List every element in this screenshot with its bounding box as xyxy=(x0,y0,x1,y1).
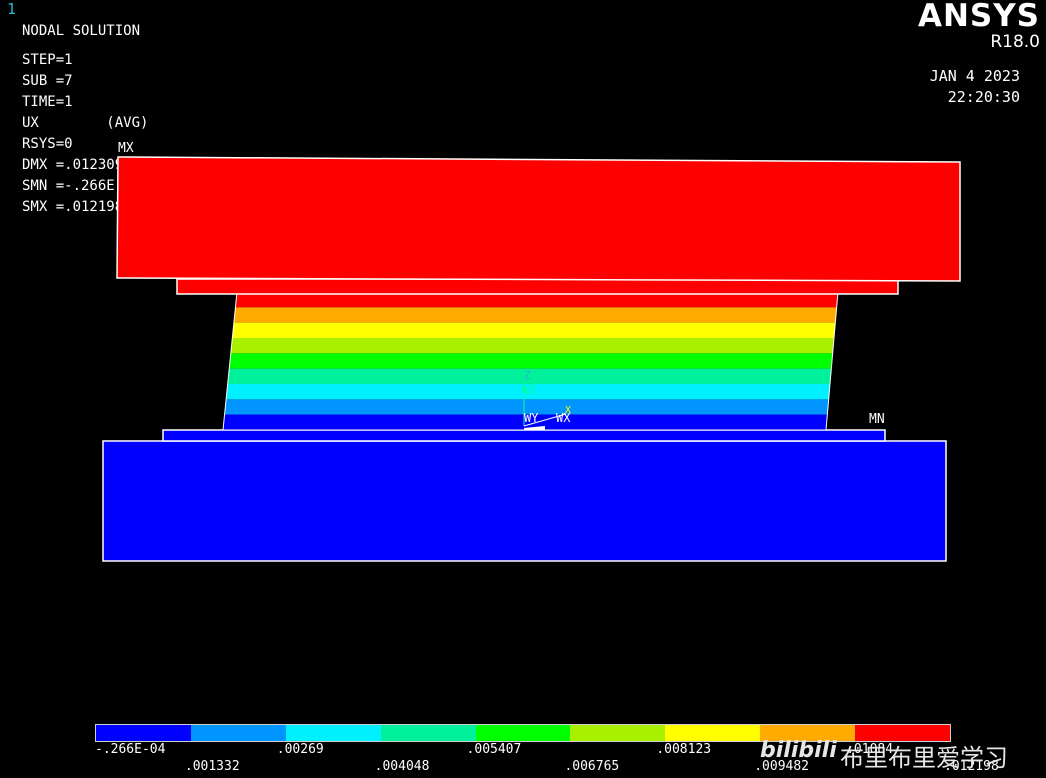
contour-bands xyxy=(223,292,838,430)
contour-band xyxy=(230,338,834,354)
legend-value: .004048 xyxy=(374,759,430,774)
contour-band xyxy=(233,307,837,323)
legend-value: .008123 xyxy=(656,742,712,757)
legend-value: -.266E-04 xyxy=(95,742,166,757)
legend-swatch xyxy=(665,725,761,741)
base-block xyxy=(102,440,947,562)
legend-swatch xyxy=(190,725,286,741)
top-step xyxy=(176,278,899,295)
legend-value: .006765 xyxy=(564,759,620,774)
watermark-text: 布里布里爱学习 xyxy=(840,744,1008,772)
contour-band xyxy=(229,353,833,369)
min-marker: MN xyxy=(869,412,885,427)
fe-model-viewport[interactable] xyxy=(0,0,1046,720)
legend-swatch xyxy=(96,725,191,741)
base-step xyxy=(162,429,886,442)
max-marker: MX xyxy=(118,141,134,156)
legend-swatch xyxy=(570,725,666,741)
triad-wz-label: WZ xyxy=(522,383,537,397)
legend-value: .001332 xyxy=(184,759,240,774)
top-block xyxy=(116,156,961,282)
triad-x-label: X xyxy=(565,405,572,416)
legend-swatch xyxy=(475,725,571,741)
legend-swatch xyxy=(380,725,476,741)
triad-z-label: Z xyxy=(524,369,531,382)
legend-value: .00269 xyxy=(276,742,324,757)
legend-swatch xyxy=(285,725,381,741)
bilibili-logo: bilibili xyxy=(760,738,837,763)
legend-value: .005407 xyxy=(466,742,522,757)
triad-wy-label: WY xyxy=(524,411,539,425)
contour-band xyxy=(232,322,836,338)
